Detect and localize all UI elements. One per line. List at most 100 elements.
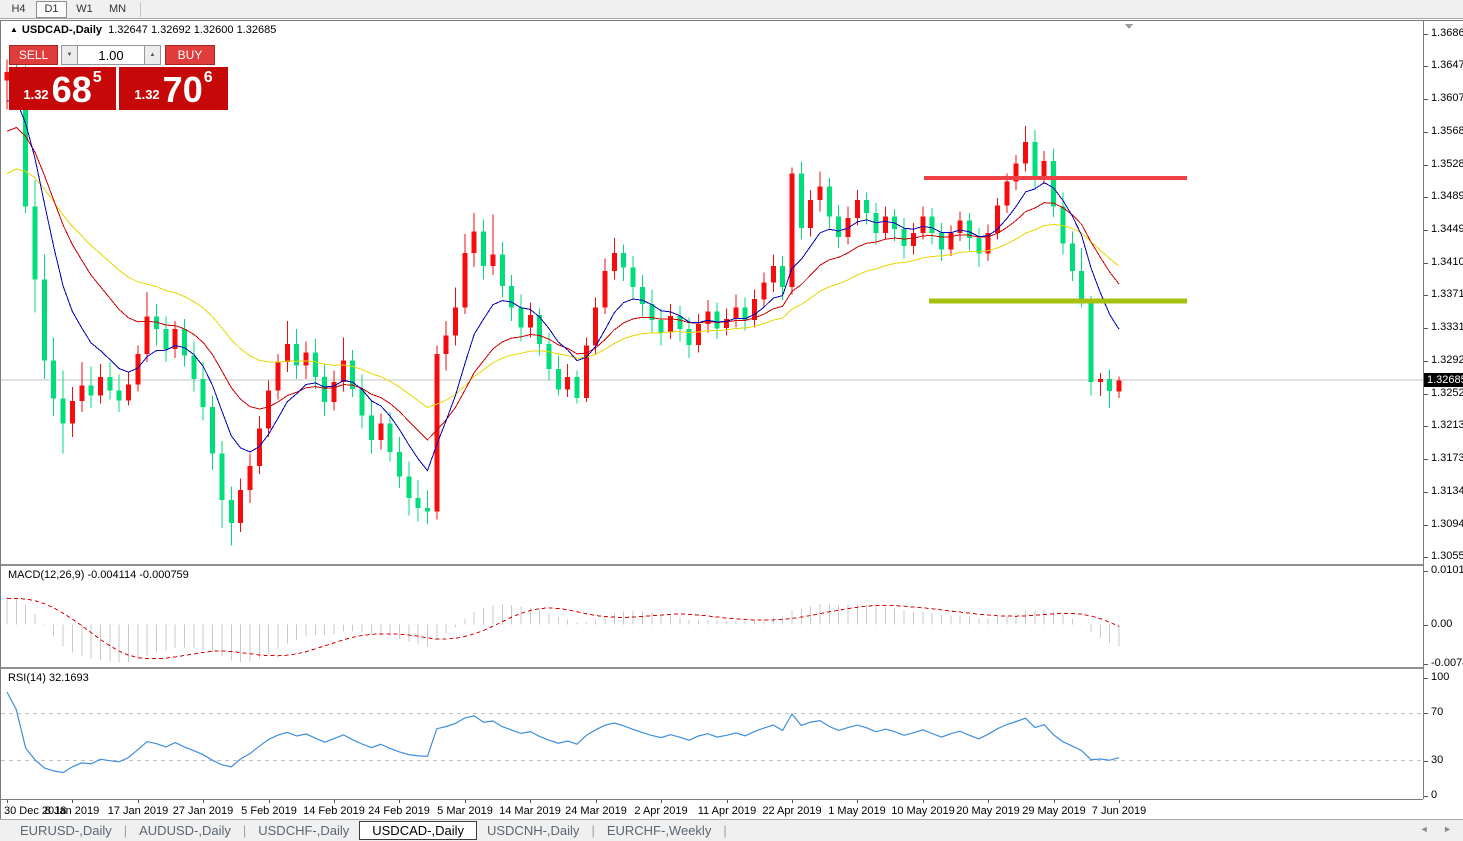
axis-tick (1424, 34, 1428, 35)
axis-tick (1424, 394, 1428, 395)
collapse-panel-icon[interactable]: ▲ (10, 25, 18, 34)
price-axis-label: 1.36470 (1431, 59, 1463, 71)
time-axis-label: 29 May 2019 (1022, 805, 1086, 817)
one-click-trading-panel: SELL ▼ ▲ BUY 1.32685 1.32706 (9, 45, 228, 110)
time-axis-label: 14 Mar 2019 (499, 805, 561, 817)
price-axis-label: 1.34890 (1431, 190, 1463, 202)
axis-tick (1424, 664, 1428, 665)
price-axis-label: 1.32520 (1431, 387, 1463, 399)
time-axis-label: 8 Jan 2019 (45, 805, 99, 817)
time-axis-label: 5 Feb 2019 (241, 805, 297, 817)
price-axis-label: 1.36070 (1431, 92, 1463, 104)
tab-divider: | (591, 823, 594, 838)
price-axis-label: 1.36860 (1431, 27, 1463, 39)
price-axis-label: 1.34490 (1431, 223, 1463, 235)
time-tick (7, 800, 8, 803)
macd-signal-line (7, 598, 1119, 658)
axis-tick (1424, 761, 1428, 762)
moving-average-slow (7, 169, 1119, 407)
chart-tab-usdcad[interactable]: USDCAD-,Daily (359, 821, 477, 840)
tab-divider: | (243, 823, 246, 838)
sell-price-pipette: 5 (93, 69, 102, 87)
tab-scroll-arrows[interactable]: ◄ ► (1420, 824, 1458, 834)
chart-tab-audusd[interactable]: AUDUSD-,Daily (129, 822, 241, 839)
chart-shift-marker-icon[interactable] (1125, 24, 1133, 29)
main-chart-pane[interactable]: ▲USDCAD-,Daily 1.32647 1.32692 1.32600 1… (1, 21, 1423, 564)
time-tick (334, 800, 335, 803)
moving-average-fast (7, 100, 1119, 470)
time-axis-label: 24 Feb 2019 (368, 805, 430, 817)
time-tick (203, 800, 204, 803)
tab-divider: | (124, 823, 127, 838)
chart-tab-bar: EURUSD-,Daily|AUDUSD-,Daily|USDCHF-,Dail… (0, 819, 1463, 841)
macd-histogram (7, 597, 1119, 662)
timeframe-button-mn[interactable]: MN (102, 1, 133, 18)
chart-ohlc-values: 1.32647 1.32692 1.32600 1.32685 (108, 24, 276, 36)
time-tick (530, 800, 531, 803)
axis-tick (1424, 99, 1428, 100)
rsi-indicator-pane[interactable]: RSI(14) 32.1693 (1, 669, 1423, 799)
time-tick (72, 800, 73, 803)
axis-tick (1424, 230, 1428, 231)
chart-tab-usdcnh[interactable]: USDCNH-,Daily (477, 822, 589, 839)
time-tick (727, 800, 728, 803)
buy-button[interactable]: BUY (165, 45, 215, 65)
time-tick (269, 800, 270, 803)
chart-tab-eurchf[interactable]: EURCHF-,Weekly (597, 822, 722, 839)
time-axis-label: 14 Feb 2019 (303, 805, 365, 817)
price-axis[interactable]: 1.368601.364701.360701.356801.352801.348… (1423, 21, 1463, 799)
time-tick (1054, 800, 1055, 803)
axis-tick (1424, 328, 1428, 329)
axis-tick (1424, 263, 1428, 264)
timeframe-button-w1[interactable]: W1 (69, 1, 100, 18)
rsi-axis-label: 100 (1431, 671, 1449, 683)
time-axis-label: 27 Jan 2019 (173, 805, 234, 817)
price-axis-label: 1.31730 (1431, 452, 1463, 464)
sell-button[interactable]: SELL (9, 45, 58, 65)
buy-price-main: 70 (163, 73, 203, 107)
axis-tick (1424, 459, 1428, 460)
price-axis-label: 1.32920 (1431, 354, 1463, 366)
timeframe-button-d1[interactable]: D1 (36, 1, 67, 18)
chart-title: ▲USDCAD-,Daily 1.32647 1.32692 1.32600 1… (10, 24, 276, 36)
time-axis-label: 1 May 2019 (828, 805, 885, 817)
time-axis-label: 11 Apr 2019 (698, 805, 757, 817)
rsi-axis-label: 30 (1431, 754, 1443, 766)
rsi-axis-label: 70 (1431, 706, 1443, 718)
period-toolbar: H4D1W1MN (0, 0, 1463, 19)
time-axis-label: 10 May 2019 (891, 805, 955, 817)
price-axis-label: 1.33710 (1431, 288, 1463, 300)
time-tick (399, 800, 400, 803)
chart-tab-eurusd[interactable]: EURUSD-,Daily (10, 822, 122, 839)
axis-tick (1424, 571, 1428, 572)
axis-tick (1424, 625, 1428, 626)
time-axis-label: 20 May 2019 (956, 805, 1020, 817)
chart-tab-usdchf[interactable]: USDCHF-,Daily (248, 822, 359, 839)
price-axis-label: 1.35280 (1431, 158, 1463, 170)
macd-axis-label: -0.007476 (1431, 657, 1463, 669)
sell-price-display[interactable]: 1.32685 (9, 67, 116, 110)
buy-price-pipette: 6 (204, 69, 213, 87)
time-axis[interactable]: 30 Dec 20188 Jan 201917 Jan 201927 Jan 2… (1, 799, 1423, 820)
price-axis-label: 1.31340 (1431, 485, 1463, 497)
macd-indicator-pane[interactable]: MACD(12,26,9) -0.004114 -0.000759 (1, 566, 1423, 667)
volume-decrease-button[interactable]: ▼ (61, 45, 78, 65)
buy-price-display[interactable]: 1.32706 (119, 67, 228, 110)
sell-price-main: 68 (52, 73, 92, 107)
rsi-canvas[interactable] (1, 669, 1423, 799)
timeframe-button-h4[interactable]: H4 (3, 1, 34, 18)
volume-input[interactable] (78, 45, 144, 65)
volume-increase-button[interactable]: ▲ (144, 45, 161, 65)
time-tick (596, 800, 597, 803)
axis-tick (1424, 492, 1428, 493)
price-axis-label: 1.30940 (1431, 518, 1463, 530)
time-tick (923, 800, 924, 803)
axis-tick (1424, 197, 1428, 198)
time-axis-label: 7 Jun 2019 (1092, 805, 1146, 817)
axis-tick (1424, 165, 1428, 166)
axis-tick (1424, 796, 1428, 797)
macd-canvas[interactable] (1, 566, 1423, 667)
time-axis-label: 22 Apr 2019 (762, 805, 821, 817)
axis-tick (1424, 557, 1428, 558)
time-tick (988, 800, 989, 803)
